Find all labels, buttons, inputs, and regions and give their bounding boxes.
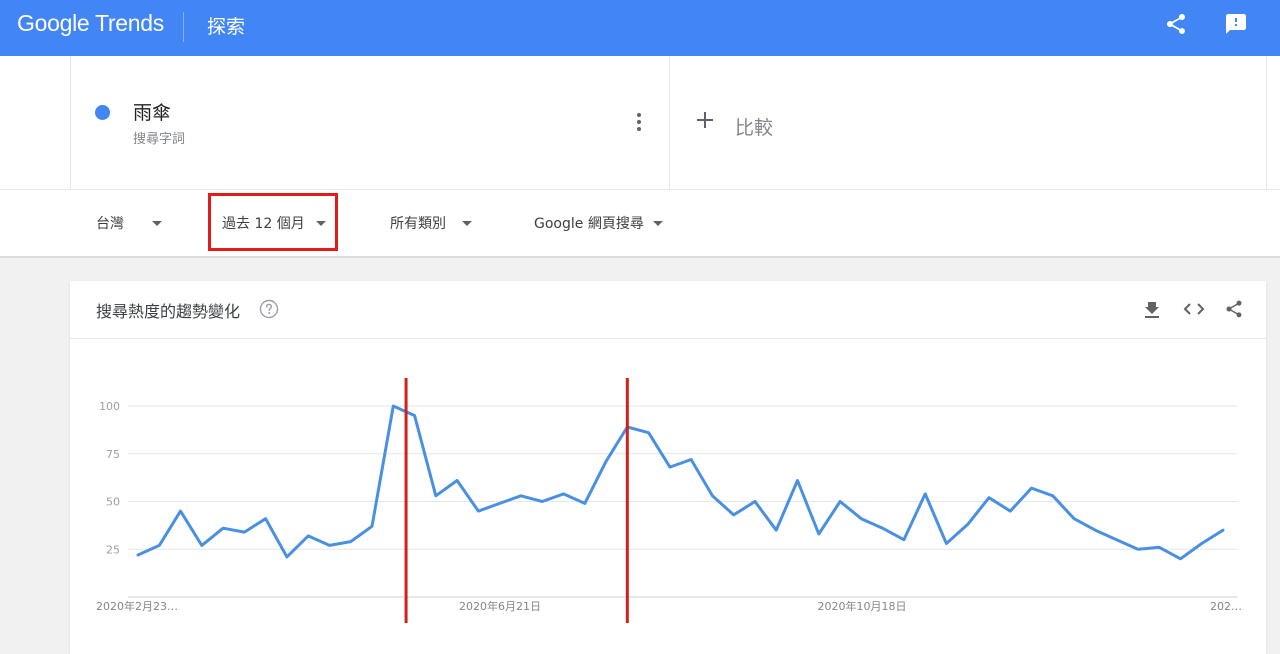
chevron-down-icon [462, 220, 472, 226]
data-point[interactable] [1199, 541, 1205, 547]
data-point[interactable] [497, 500, 503, 506]
term-name[interactable]: 雨傘 [133, 98, 171, 125]
page-title: 探索 [207, 16, 246, 38]
interest-over-time-card: 搜尋熱度的趨勢變化 25 50 75 100 2020年2月23… 2020年6月21日 2… [70, 281, 1266, 654]
more-vert-icon[interactable] [631, 112, 647, 132]
data-point[interactable] [837, 499, 843, 505]
y-tick-label: 75 [106, 448, 120, 461]
x-tick-label: 2020年10月18日 [818, 599, 907, 613]
compare-label: 比較 [735, 117, 774, 139]
data-point[interactable] [199, 542, 205, 548]
data-point[interactable] [412, 413, 418, 419]
category-filter-label: 所有類別 [390, 216, 446, 232]
data-point[interactable] [284, 554, 290, 560]
data-point[interactable] [901, 537, 907, 543]
chevron-down-icon [652, 220, 663, 226]
data-point[interactable] [816, 531, 822, 537]
data-point[interactable] [646, 430, 652, 436]
data-point[interactable] [220, 525, 226, 531]
data-point[interactable] [688, 456, 694, 462]
x-tick-label: 2020年2月23… [96, 599, 178, 613]
property-filter[interactable]: Google 網頁搜尋 [534, 190, 663, 256]
data-point[interactable] [943, 541, 949, 547]
data-point[interactable] [773, 527, 779, 533]
region-filter-label: 台灣 [96, 216, 124, 232]
data-point[interactable] [178, 508, 184, 514]
data-point[interactable] [1071, 516, 1077, 522]
data-point[interactable] [241, 529, 247, 535]
data-point[interactable] [135, 552, 141, 558]
data-point[interactable] [326, 542, 332, 548]
google-trends-logo[interactable]: Google Trends [17, 10, 164, 37]
data-point[interactable] [454, 477, 460, 483]
data-point[interactable] [1029, 485, 1035, 491]
chevron-down-icon [152, 220, 162, 226]
data-point[interactable] [1135, 546, 1141, 552]
time-filter[interactable]: 過去 12 個月 [222, 190, 326, 256]
property-filter-label: Google 網頁搜尋 [534, 216, 644, 232]
data-point[interactable] [518, 493, 524, 499]
filter-bar: 台灣 過去 12 個月 所有類別 Google 網頁搜尋 [0, 189, 1280, 258]
data-point[interactable] [369, 523, 375, 529]
term-color-dot [95, 105, 110, 120]
data-point[interactable] [305, 533, 311, 539]
data-point[interactable] [433, 493, 439, 499]
region-filter[interactable]: 台灣 [96, 190, 162, 256]
trend-line-chart[interactable]: 25 50 75 100 2020年2月23… 2020年6月21日 2020年10月18日… [70, 281, 1266, 654]
data-point[interactable] [390, 403, 396, 409]
series-line[interactable] [136, 404, 1225, 561]
data-point[interactable] [539, 499, 545, 505]
compare-button[interactable]: 比較 [669, 56, 1267, 189]
data-point[interactable] [475, 508, 481, 514]
time-filter-label: 過去 12 個月 [222, 216, 305, 232]
y-tick-label: 25 [106, 543, 120, 556]
y-tick-label: 100 [99, 400, 120, 413]
data-point[interactable] [922, 491, 928, 497]
header-divider [183, 12, 184, 42]
top-app-bar: Google Trends 探索 [0, 0, 1280, 56]
data-point[interactable] [795, 477, 801, 483]
data-point[interactable] [603, 458, 609, 464]
data-point[interactable] [1092, 527, 1098, 533]
data-point[interactable] [965, 521, 971, 527]
data-point[interactable] [582, 500, 588, 506]
y-tick-label: 50 [106, 496, 120, 509]
data-point[interactable] [709, 493, 715, 499]
data-point[interactable] [156, 542, 162, 548]
data-point[interactable] [752, 499, 758, 505]
chevron-down-icon [315, 220, 326, 226]
x-tick-label: 2020年6月21日 [459, 599, 541, 613]
data-point[interactable] [1050, 493, 1056, 499]
search-terms-row: 雨傘 搜尋字詞 比較 [0, 56, 1280, 189]
data-point[interactable] [667, 464, 673, 470]
data-point[interactable] [1007, 508, 1013, 514]
share-icon[interactable] [1164, 12, 1188, 36]
data-point[interactable] [1156, 544, 1162, 550]
data-point[interactable] [986, 495, 992, 501]
data-point[interactable] [348, 539, 354, 545]
data-point[interactable] [1220, 527, 1226, 533]
term-type: 搜尋字詞 [133, 132, 186, 147]
data-point[interactable] [1177, 556, 1183, 562]
data-point[interactable] [1114, 537, 1120, 543]
data-point[interactable] [858, 516, 864, 522]
data-point[interactable] [263, 516, 269, 522]
x-tick-label: 202… [1210, 600, 1242, 613]
category-filter[interactable]: 所有類別 [390, 190, 472, 256]
plus-icon [697, 112, 713, 128]
data-point[interactable] [731, 512, 737, 518]
search-term-card[interactable]: 雨傘 搜尋字詞 [70, 56, 670, 189]
data-point[interactable] [560, 491, 566, 497]
data-point[interactable] [880, 525, 886, 531]
feedback-icon[interactable] [1224, 12, 1248, 36]
